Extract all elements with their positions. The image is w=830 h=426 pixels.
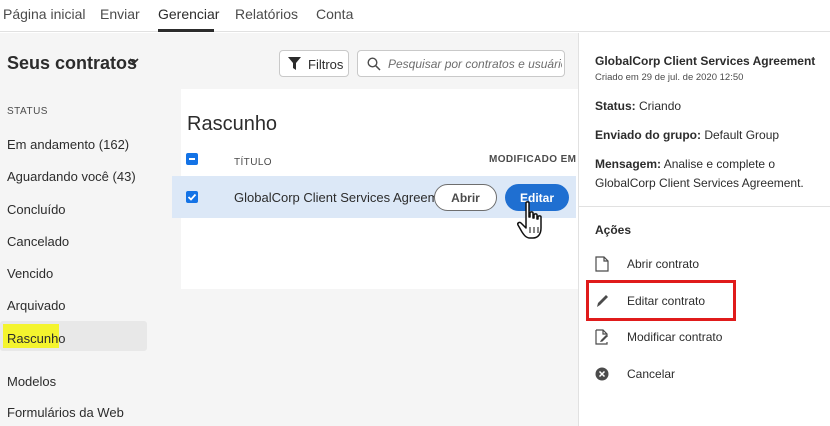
- list-title: Rascunho: [187, 113, 278, 135]
- details-divider: [579, 206, 830, 207]
- callout-highlight-box: [586, 280, 736, 321]
- chevron-down-icon[interactable]: [127, 54, 141, 68]
- document-edit-icon: [595, 329, 608, 345]
- tab-relatorios[interactable]: Relatórios: [235, 6, 298, 22]
- sidebar-item-cancelado[interactable]: Cancelado: [7, 234, 69, 249]
- column-header-title[interactable]: TÍTULO: [234, 157, 272, 168]
- details-group: Enviado do grupo: Default Group: [595, 128, 779, 142]
- search-input[interactable]: [388, 55, 562, 73]
- details-created-date: Criado em 29 de jul. de 2020 12:50: [595, 72, 744, 83]
- action-label: Cancelar: [627, 367, 676, 381]
- action-cancel[interactable]: Cancelar: [595, 364, 795, 386]
- filter-icon: [288, 57, 301, 70]
- active-tab-indicator: [158, 29, 214, 32]
- tab-enviar[interactable]: Enviar: [100, 6, 140, 22]
- column-header-modified[interactable]: MODIFICADO EM: [489, 154, 576, 165]
- sidebar-item-formularios-da-web[interactable]: Formulários da Web: [7, 405, 124, 420]
- action-label: Abrir contrato: [627, 257, 700, 271]
- tab-gerenciar[interactable]: Gerenciar: [158, 6, 219, 22]
- details-status-value: Criando: [639, 99, 682, 113]
- sidebar-item-rascunho[interactable]: Rascunho: [7, 331, 66, 346]
- filters-button[interactable]: Filtros: [279, 50, 349, 77]
- sidebar-item-aguardando-voce[interactable]: Aguardando você (43): [7, 169, 136, 184]
- checkmark-icon: [187, 193, 197, 201]
- row-checkbox[interactable]: [186, 191, 198, 203]
- details-message-key: Mensagem:: [595, 157, 662, 171]
- open-button[interactable]: Abrir: [434, 184, 497, 211]
- page-heading[interactable]: Seus contratos: [7, 53, 137, 74]
- hand-cursor-icon: [517, 201, 542, 239]
- search-box[interactable]: [357, 50, 565, 77]
- action-open-agreement[interactable]: Abrir contrato: [595, 254, 795, 276]
- sidebar-item-modelos[interactable]: Modelos: [7, 374, 56, 389]
- details-status-key: Status:: [595, 99, 636, 113]
- sidebar-item-em-andamento[interactable]: Em andamento (162): [7, 137, 129, 152]
- top-navigation: Página inicial Enviar Gerenciar Relatóri…: [0, 0, 830, 32]
- details-status: Status: Criando: [595, 99, 681, 113]
- sidebar-item-vencido[interactable]: Vencido: [7, 266, 53, 281]
- details-message: Mensagem: Analise e complete o GlobalCor…: [595, 155, 830, 193]
- sidebar-item-concluido[interactable]: Concluído: [7, 202, 66, 217]
- details-agreement-title: GlobalCorp Client Services Agreement: [595, 54, 816, 68]
- actions-heading: Ações: [595, 223, 632, 237]
- filters-label: Filtros: [308, 57, 344, 72]
- tab-conta[interactable]: Conta: [316, 6, 353, 22]
- select-all-checkbox[interactable]: [186, 153, 198, 165]
- row-agreement-title[interactable]: GlobalCorp Client Services Agreement: [234, 190, 457, 205]
- cancel-circle-icon: [595, 367, 609, 381]
- details-group-key: Enviado do grupo:: [595, 128, 701, 142]
- search-icon: [367, 57, 381, 71]
- status-section-label: STATUS: [7, 106, 48, 117]
- action-modify-agreement[interactable]: Modificar contrato: [595, 327, 795, 349]
- tab-pagina-inicial[interactable]: Página inicial: [3, 6, 86, 22]
- sidebar-item-arquivado[interactable]: Arquivado: [7, 298, 66, 313]
- details-group-value: Default Group: [704, 128, 780, 142]
- action-label: Modificar contrato: [627, 330, 723, 344]
- document-icon: [595, 256, 609, 272]
